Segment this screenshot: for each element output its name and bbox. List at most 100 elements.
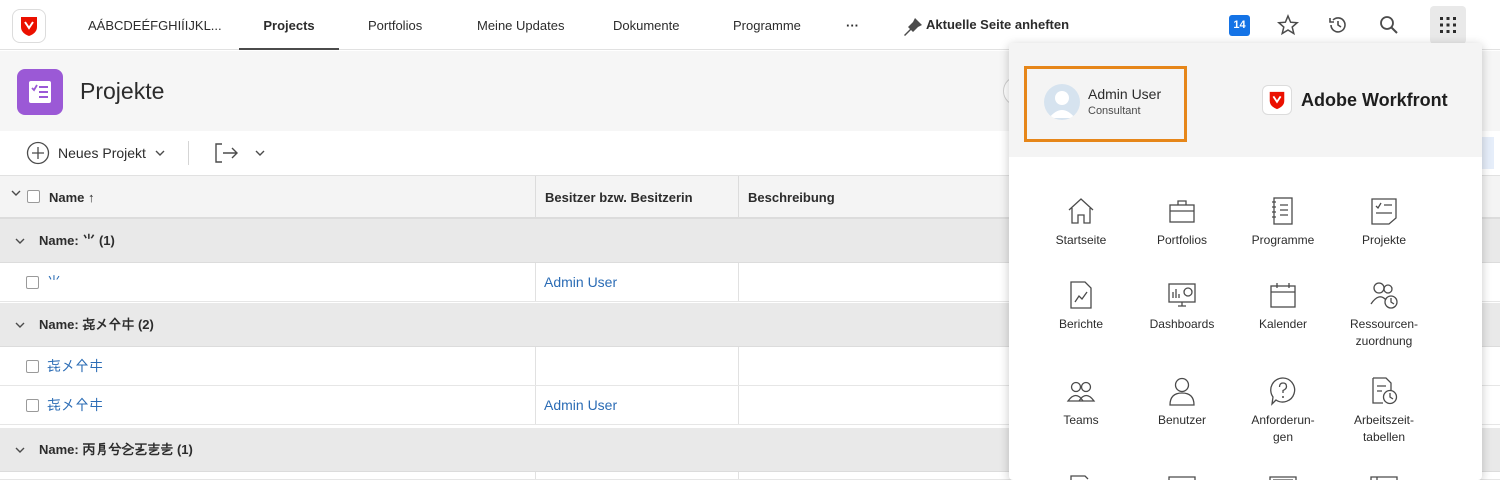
tab-programme[interactable]: Programme [733,0,801,50]
dashboard-icon [1168,283,1196,307]
board-icon[interactable] [1268,474,1298,480]
menu-item-programme[interactable]: Programme [1233,196,1333,249]
notebook-icon [1272,197,1293,225]
chevron-down-icon [155,150,165,156]
select-all-checkbox[interactable] [27,190,40,203]
project-icon [1371,198,1397,225]
teams-icon [1066,381,1096,402]
owner-link[interactable]: Admin User [544,263,617,302]
menu-item-ressourcenzuordnung[interactable]: Ressourcen- zuordnung [1334,280,1434,350]
page-title: Projekte [80,78,165,104]
column-divider [535,176,536,218]
menu-item-label: Berichte [1058,317,1104,331]
menu-item-label: Teams [1063,413,1099,427]
project-icon [29,81,51,103]
request-icon [1270,377,1296,406]
column-divider [535,386,536,424]
menu-item-label: Programme [1251,233,1315,247]
column-description-header[interactable]: Beschreibung [748,176,835,218]
menu-item-label: Kalender [1258,317,1308,331]
column-divider [738,386,739,424]
chevron-down-icon[interactable] [14,235,26,247]
column-divider [738,176,739,218]
column-divider [738,347,739,385]
main-menu-button[interactable] [1430,6,1466,44]
main-menu-header: Admin User Consultant Adobe Workfront [1009,43,1482,157]
projects-page-icon [17,69,63,115]
briefcase-icon [1169,200,1195,223]
calendar-icon [1270,283,1296,308]
workfront-logo[interactable] [12,9,46,43]
menu-item-label: Portfolios [1156,233,1208,247]
chevron-down-icon[interactable] [14,444,26,456]
search-icon [1380,16,1398,34]
project-name-link[interactable]: 㐂㐅㐃㐄 [47,386,103,425]
menu-item-berichte[interactable]: Berichte [1031,280,1131,333]
chevron-down-icon[interactable] [14,319,26,331]
main-menu-panel: Admin User Consultant Adobe Workfront St… [1009,43,1482,480]
menu-item-label: Projekte [1361,233,1407,247]
chevron-down-icon [255,150,265,156]
notification-badge[interactable]: 14 [1229,15,1250,36]
chevron-down-icon[interactable] [10,187,22,199]
menu-item-startseite[interactable]: Startseite [1031,196,1131,249]
menu-item-portfolios[interactable]: Portfolios [1132,196,1232,249]
column-owner-header[interactable]: Besitzer bzw. Besitzerin [545,176,693,218]
menu-item-label: Startseite [1055,233,1107,247]
brand-logo: Adobe Workfront [1262,85,1448,115]
menu-item-label: Anforderun- gen [1251,413,1315,444]
recents-button[interactable] [1325,12,1351,38]
monitor-icon[interactable] [1167,474,1197,480]
user-profile-card[interactable]: Admin User Consultant [1024,66,1187,142]
favorites-button[interactable] [1275,12,1301,38]
user-avatar-icon [1049,91,1075,118]
document-icon[interactable] [1066,474,1096,480]
column-divider [535,347,536,385]
export-button[interactable] [214,140,266,166]
more-tabs-button[interactable]: ··· [846,0,859,50]
group-label: Name: ⺌ (1) [39,233,115,248]
group-label: Name: 㐂㐅㐃㐄 (2) [39,317,154,332]
column-divider [738,263,739,301]
menu-item-label: Ressourcen- zuordnung [1349,317,1419,348]
search-button[interactable] [1376,12,1402,38]
timesheet-icon [1372,377,1398,405]
home-icon [1068,198,1094,224]
workspace-switcher[interactable]: AÁBCDEÉFGHIÍIJKL... [88,0,222,50]
toolbar-divider [188,141,189,165]
lion-logo-icon [1269,91,1285,110]
tab-meine-updates[interactable]: Meine Updates [477,0,564,50]
history-icon [1329,17,1346,33]
menu-item-kalender[interactable]: Kalender [1233,280,1333,333]
menu-item-arbeitszeittabellen[interactable]: Arbeitszeit- tabellen [1334,376,1434,446]
row-checkbox[interactable] [26,276,39,289]
app-grid-icon [1440,17,1456,33]
tab-projects[interactable]: Projects [239,0,339,50]
column-name-header[interactable]: Name ↑ [49,176,95,218]
menu-item-dashboards[interactable]: Dashboards [1132,280,1232,333]
new-project-button[interactable]: Neues Projekt [26,141,166,165]
tab-portfolios[interactable]: Portfolios [368,0,422,50]
row-checkbox[interactable] [26,399,39,412]
star-icon [1277,14,1299,36]
plus-circle-icon [26,141,50,165]
menu-item-benutzer[interactable]: Benutzer [1132,376,1232,429]
column-divider [738,472,739,479]
group-label: Name: 丙㐆兮㐈㐉㐊㐋 (1) [39,442,193,457]
menu-item-projekte[interactable]: Projekte [1334,196,1434,249]
column-divider [535,263,536,301]
avatar [1044,84,1080,120]
owner-link[interactable]: Admin User [544,386,617,425]
menu-item-anforderungen[interactable]: Anforderun- gen [1233,376,1333,446]
tab-dokumente[interactable]: Dokumente [613,0,679,50]
project-name-link[interactable]: ⺌ [47,263,61,302]
column-divider [535,472,536,479]
lion-logo-icon [21,17,37,36]
user-role: Consultant [1088,105,1141,117]
project-name-link[interactable]: 㐂㐅㐃㐄 [47,347,103,386]
row-checkbox[interactable] [26,360,39,373]
menu-item-label: Arbeitszeit- tabellen [1353,413,1415,444]
layout-icon[interactable] [1369,474,1399,480]
menu-item-label: Dashboards [1149,317,1215,331]
menu-item-teams[interactable]: Teams [1031,376,1131,429]
